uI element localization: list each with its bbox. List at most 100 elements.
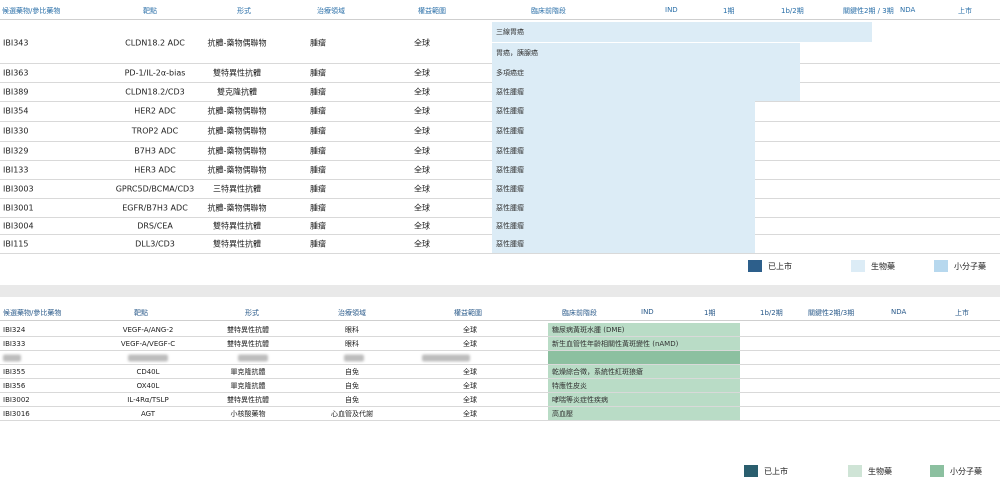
target-cell: CLDN18.2/CD3 [125,87,185,96]
column-header: 關鍵性2期/3期 [808,309,855,317]
area-cell: 眼科 [345,339,359,348]
form-cell: 抗體-藥物偶聯物 [207,126,267,136]
rights-cell: 全球 [463,409,477,418]
target-cell: IL-4Rα/TSLP [127,395,169,404]
area-cell: 自免 [345,381,359,390]
pipeline-table-top: 候選藥物/參比藥物 靶點 形式 治療領域 權益範圍 臨床前階段 IND 1期 1b/2期 關鍵性2… [0,0,1000,285]
target-cell: HER3 ADC [134,165,176,174]
form-cell: 抗體-藥物偶聯物 [207,203,267,212]
table-row: IBI329 B7H3 ADC 抗體-藥物偶聯物 腫瘤 全球 惡性腫瘤 [0,141,1000,161]
drug-name: IBI330 [3,126,29,136]
drug-name: IBI115 [3,239,29,248]
table-row: IBI3003 GPRC5D/BCMA/CD3 三特異性抗體 腫瘤 全球 惡性腫瘤 [0,179,1000,199]
form-cell: 雙特異性抗體 [227,325,269,334]
stage-label: 哮喘等炎症性疾病 [552,395,608,404]
drug-name: IBI343 [3,38,29,47]
form-cell: 雙特異性抗體 [227,395,269,404]
form-cell: 雙特異性抗體 [213,68,261,77]
form-cell: 單克隆抗體 [230,367,266,376]
form-cell: 小核酸藥物 [230,409,266,418]
stage-label: 惡性腫瘤 [496,146,524,155]
form-cell: 抗體-藥物偶聯物 [207,165,267,174]
rights-cell: 全球 [463,381,477,390]
stage-bar: 高血壓 [548,407,740,420]
drug-name: IBI354 [3,106,29,116]
column-header: 1b/2期 [781,7,804,15]
stage-bar: 惡性腫瘤 [492,160,755,179]
legend-swatch [851,260,865,272]
form-cell: 雙特異性抗體 [213,221,261,230]
target-cell: CD40L [136,367,160,376]
target-cell: VEGF-A/VEGF-C [120,339,176,348]
table-row [0,351,1000,365]
column-header: 權益範圍 [418,7,446,15]
column-header: 上市 [955,309,969,317]
rights-cell: 全球 [463,367,477,376]
drug-name: IBI133 [3,165,29,174]
drug-name: IBI3003 [3,184,34,193]
area-cell: 腫瘤 [310,68,326,77]
stage-label: 惡性腫瘤 [496,239,524,248]
column-header: 形式 [237,7,251,15]
area-cell: 腫瘤 [310,106,326,116]
area-cell: 自免 [345,367,359,376]
header-divider [0,19,1000,20]
stage-label: 惡性腫瘤 [496,184,524,193]
stage-label: 惡性腫瘤 [496,221,524,230]
stage-bar: 惡性腫瘤 [492,179,755,198]
rights-cell: 全球 [463,325,477,334]
column-header: 1期 [723,7,735,15]
stage-label: 三線胃癌 [496,27,524,36]
table-row: IBI330 TROP2 ADC 抗體-藥物偶聯物 腫瘤 全球 惡性腫瘤 [0,121,1000,142]
stage-label: 糖尿病黃斑水腫 (DME) [552,325,625,334]
stage-label: 胃癌，胰腺癌 [496,48,538,57]
drug-name: IBI3016 [3,409,30,418]
column-header: 權益範圍 [454,309,482,317]
column-header: 上市 [958,7,972,15]
form-cell: 雙特異性抗體 [213,239,261,248]
target-cell: PD-1/IL-2α-bias [124,68,186,77]
area-cell: 腫瘤 [310,239,326,248]
table-row: IBI355 CD40L 單克隆抗體 自免 全球 乾燥綜合徵，系統性紅斑狼瘡 [0,365,1000,379]
stage-label: 新生血管性年齡相關性黃斑變性 (nAMD) [552,339,679,348]
drug-name: IBI329 [3,146,29,155]
form-cell: 雙克隆抗體 [217,87,257,96]
stage-bar [548,351,740,364]
column-header: IND [665,6,678,14]
stage-bar: 哮喘等炎症性疾病 [548,393,740,406]
area-cell: 眼科 [345,325,359,334]
legend-item: 已上市 [744,465,788,477]
column-header: 治療領域 [338,309,366,317]
legend-swatch [848,465,862,477]
table-row: IBI343 CLDN18.2 ADC 抗體-藥物偶聯物 腫瘤 全球 三線胃癌 胃癌，胰腺癌 [0,22,1000,64]
stage-bar: 惡性腫瘤 [492,141,755,160]
area-cell: 腫瘤 [310,203,326,212]
stage-label: 特應性皮炎 [552,381,587,390]
column-header: 關鍵性2期 / 3期 [843,7,894,15]
column-header: NDA [891,308,907,316]
target-cell: B7H3 ADC [134,146,176,155]
redacted-text [3,354,21,361]
target-cell: OX40L [136,381,160,390]
area-cell: 腫瘤 [310,184,326,193]
column-header: 候選藥物/參比藥物 [3,309,62,317]
legend-label: 小分子藥 [950,466,982,476]
redacted-text [422,354,470,361]
table-row: IBI356 OX40L 單克隆抗體 自免 全球 特應性皮炎 [0,379,1000,393]
rights-cell: 全球 [463,339,477,348]
table-row: IBI389 CLDN18.2/CD3 雙克隆抗體 腫瘤 全球 惡性腫瘤 [0,82,1000,102]
header-divider [0,320,1000,321]
legend-label: 小分子藥 [954,261,986,271]
table-row: IBI3004 DRS/CEA 雙特異性抗體 腫瘤 全球 惡性腫瘤 [0,217,1000,235]
drug-name: IBI324 [3,325,26,334]
legend-swatch [934,260,948,272]
stage-bar: 胃癌，胰腺癌 [492,42,800,63]
column-header: IND [641,308,654,316]
target-cell: VEGF-A/ANG-2 [122,325,174,334]
table-row: IBI3001 EGFR/B7H3 ADC 抗體-藥物偶聯物 腫瘤 全球 惡性腫瘤 [0,198,1000,218]
stage-label: 高血壓 [552,409,573,418]
drug-name: IBI355 [3,367,26,376]
table-row: IBI115 DLL3/CD3 雙特異性抗體 腫瘤 全球 惡性腫瘤 [0,234,1000,254]
stage-bar: 多項癌症 [492,63,800,82]
rights-cell: 全球 [414,184,430,193]
